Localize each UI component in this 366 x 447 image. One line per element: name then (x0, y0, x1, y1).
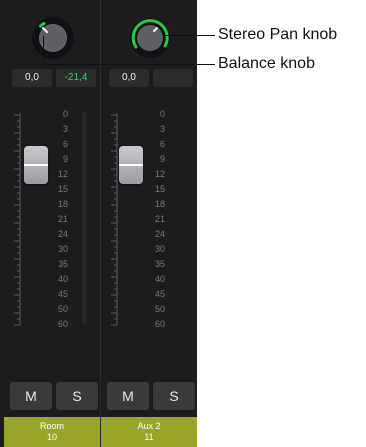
channel-strip-aux2: 0,0 0 3 6 9 12 15 18 21 24 30 35 40 45 5… (100, 0, 197, 447)
db-tick-label: 35 (154, 259, 165, 269)
db-tick-label: 15 (57, 184, 68, 194)
balance-value: 0,0 (109, 69, 149, 87)
db-tick-label: 30 (57, 244, 68, 254)
fader-track (14, 113, 21, 326)
pan-callout-line (165, 35, 215, 36)
peak-level-value: -21,4 (56, 69, 96, 87)
volume-fader[interactable] (119, 146, 143, 184)
db-tick-label: 30 (154, 244, 165, 254)
db-tick-label: 18 (154, 199, 165, 209)
db-tick-label: 18 (57, 199, 68, 209)
balance-callout-line-vertical (43, 36, 44, 65)
balance-value: 0,0 (12, 69, 52, 87)
db-tick-label: 24 (57, 229, 68, 239)
level-meter (82, 112, 87, 324)
mixer-panel: 0,0 -21,4 0 3 6 9 12 15 18 21 24 30 35 4… (0, 0, 197, 447)
db-tick-label: 3 (62, 124, 68, 134)
fader-cap-line (24, 164, 48, 166)
mute-solo-row: M S (10, 382, 98, 410)
track-name-box[interactable]: Aux 2 11 (101, 417, 197, 447)
stereo-pan-knob-icon (130, 18, 170, 58)
db-tick-label: 12 (154, 169, 165, 179)
channel-strip-room: 0,0 -21,4 0 3 6 9 12 15 18 21 24 30 35 4… (4, 0, 100, 447)
db-tick-label: 9 (159, 154, 165, 164)
fader-scale-left (4, 105, 44, 335)
mute-button[interactable]: M (10, 382, 52, 410)
db-tick-label: 9 (62, 154, 68, 164)
db-tick-label: 45 (57, 289, 68, 299)
db-tick-label: 24 (154, 229, 165, 239)
track-name: Aux 2 (137, 421, 161, 431)
db-tick-label: 35 (57, 259, 68, 269)
mute-solo-row: M S (107, 382, 195, 410)
track-number: 11 (144, 432, 154, 442)
db-tick-label: 40 (154, 274, 165, 284)
db-tick-label: 12 (57, 169, 68, 179)
db-tick-label: 45 (154, 289, 165, 299)
db-tick-label: 6 (62, 139, 68, 149)
fader-cap-line (119, 164, 143, 166)
db-tick-label: 40 (57, 274, 68, 284)
track-name: Room (39, 421, 64, 431)
db-tick-label: 6 (159, 139, 165, 149)
volume-fader[interactable] (24, 146, 48, 184)
db-tick-label: 0 (62, 109, 68, 119)
solo-button[interactable]: S (56, 382, 98, 410)
db-tick-label: 60 (154, 319, 165, 329)
db-tick-label: 50 (154, 304, 165, 314)
db-tick-label: 15 (154, 184, 165, 194)
db-scale-labels: 0 3 6 9 12 15 18 21 24 30 35 40 45 50 60 (147, 105, 173, 335)
mute-button[interactable]: M (107, 382, 149, 410)
balance-knob[interactable] (31, 16, 75, 60)
db-tick-label: 0 (159, 109, 165, 119)
solo-button[interactable]: S (153, 382, 195, 410)
balance-callout-label: Balance knob (218, 55, 315, 72)
fader-track (111, 113, 118, 326)
track-name-box[interactable]: Room 10 (4, 417, 100, 447)
db-tick-label: 21 (154, 214, 165, 224)
stereo-pan-knob[interactable] (128, 16, 172, 60)
track-number: 10 (46, 432, 57, 442)
stereo-pan-callout-label: Stereo Pan knob (218, 26, 338, 43)
db-tick-label: 21 (57, 214, 68, 224)
peak-level-value (153, 69, 193, 87)
balance-callout-line-horizontal (43, 64, 215, 65)
db-tick-label: 3 (159, 124, 165, 134)
db-tick-label: 50 (57, 304, 68, 314)
value-row: 0,0 (109, 69, 193, 87)
fader-scale-left (101, 105, 141, 335)
db-tick-label: 60 (57, 319, 68, 329)
value-row: 0,0 -21,4 (12, 69, 96, 87)
knob-icon (32, 17, 74, 59)
db-scale-labels: 0 3 6 9 12 15 18 21 24 30 35 40 45 50 60 (50, 105, 76, 335)
